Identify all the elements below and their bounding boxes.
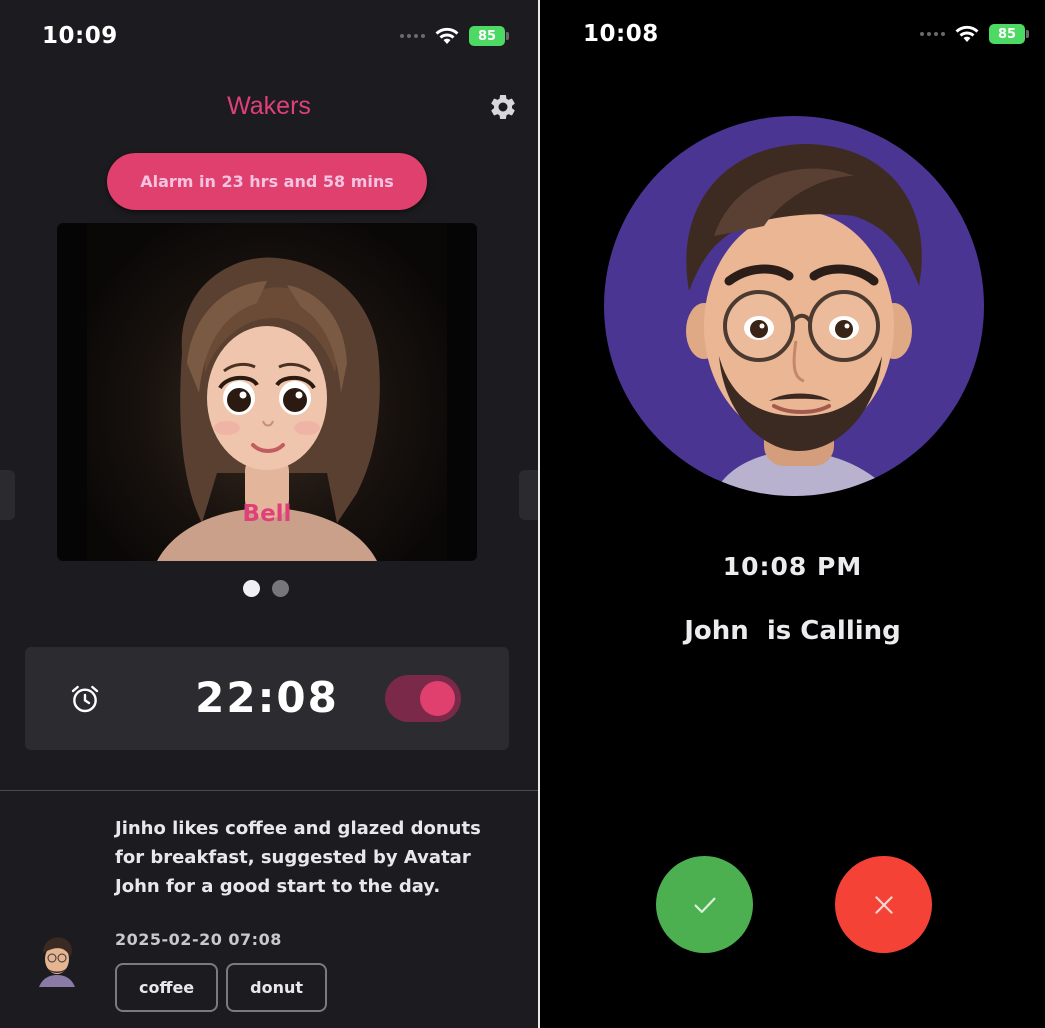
john-avatar-thumbnail[interactable] [33, 931, 81, 987]
accept-call-button[interactable] [656, 856, 753, 953]
page-dot-2[interactable] [272, 580, 289, 597]
carousel-prev-card[interactable] [0, 470, 15, 520]
tag-chip-donut[interactable]: donut [226, 963, 328, 1012]
alarm-toggle[interactable] [385, 675, 461, 722]
alarm-card[interactable]: 22:08 [25, 647, 509, 750]
decline-call-button[interactable] [835, 856, 932, 953]
feed-tags: coffee donut [115, 963, 328, 1012]
wakers-home-screen: 10:09 85 Wakers Alarm in 23 hrs and 58 m… [0, 0, 538, 1028]
call-time: 10:08 PM [722, 552, 863, 581]
signal-icon [400, 34, 425, 38]
avatar-name-label: Bell [242, 501, 292, 527]
section-divider [0, 790, 538, 791]
battery-icon: 85 [989, 24, 1029, 44]
status-indicators: 85 [400, 26, 509, 46]
avatar-card[interactable]: Bell [57, 223, 477, 561]
wifi-icon [435, 27, 459, 44]
battery-level: 85 [477, 28, 497, 44]
carousel-page-indicator [243, 580, 289, 597]
status-time: 10:09 [42, 23, 118, 49]
signal-icon [920, 32, 945, 36]
page-dot-1[interactable] [243, 580, 260, 597]
caller-status: John is Calling [684, 616, 901, 646]
status-time: 10:08 [583, 21, 659, 47]
check-icon [694, 897, 715, 913]
caller-avatar [604, 116, 984, 496]
alarm-countdown-banner[interactable]: Alarm in 23 hrs and 58 mins [107, 153, 427, 210]
page-title: Wakers [227, 92, 311, 120]
carousel-next-card[interactable] [519, 470, 538, 520]
incoming-call-screen: 10:08 85 10:08 PM John is Calling [540, 0, 1045, 1028]
gear-icon [491, 94, 515, 119]
battery-level: 85 [997, 26, 1017, 42]
feed-message: Jinho likes coffee and glazed donuts for… [115, 818, 481, 897]
caller-avatar-image [686, 144, 922, 496]
wifi-icon [955, 25, 979, 42]
alarm-toggle-knob [420, 681, 455, 716]
status-indicators: 85 [920, 24, 1029, 44]
settings-button[interactable] [486, 90, 520, 124]
john-avatar-image [33, 931, 81, 987]
tag-chip-coffee[interactable]: coffee [115, 963, 219, 1012]
battery-icon: 85 [469, 26, 509, 46]
close-icon [874, 895, 893, 914]
feed-date: 2025-02-20 07:08 [115, 930, 282, 949]
